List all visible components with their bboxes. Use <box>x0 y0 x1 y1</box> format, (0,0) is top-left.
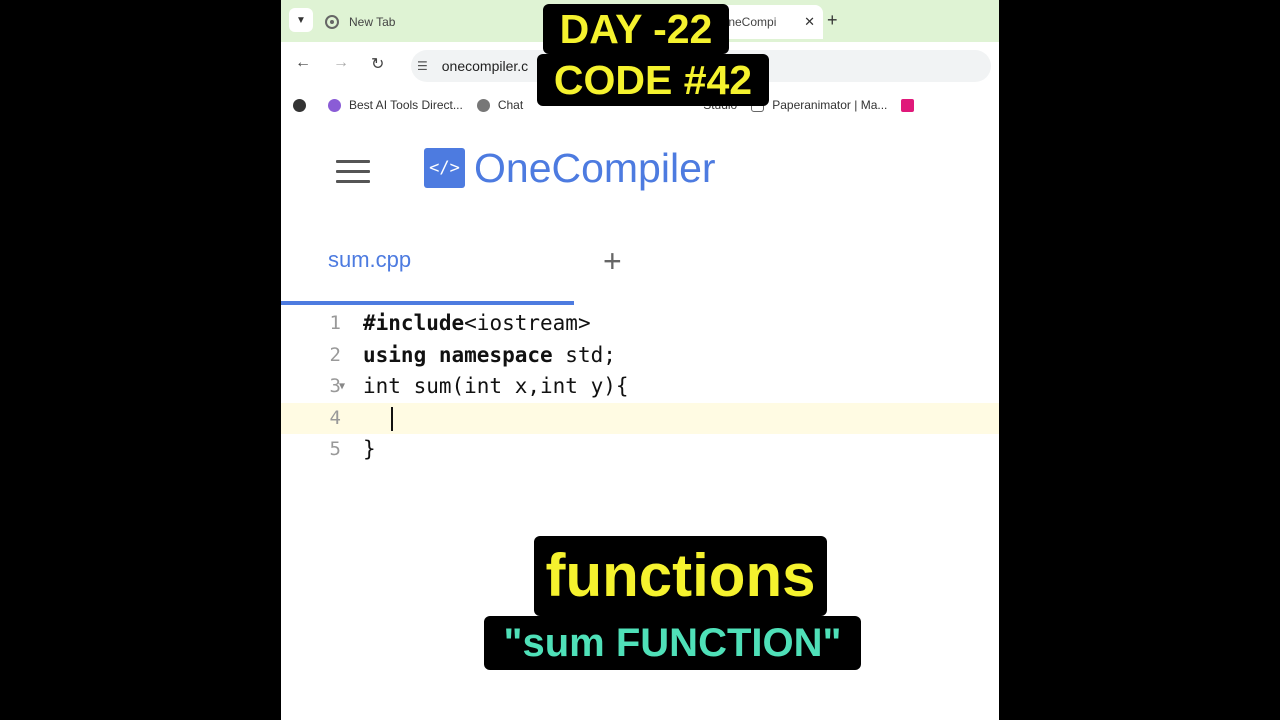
line-number: 2 <box>329 343 341 366</box>
address-text: onecompiler.c <box>441 58 529 74</box>
bookmark-label: Chat <box>497 98 524 112</box>
code-text[interactable]: using namespace std; <box>363 340 616 372</box>
file-tab-sum-cpp[interactable]: sum.cpp <box>328 247 411 273</box>
tab-label: New Tab <box>349 15 396 29</box>
code-line[interactable]: 1 #include<iostream> <box>281 308 999 340</box>
chrome-icon <box>325 15 339 29</box>
openai-icon <box>476 98 490 112</box>
code-line[interactable]: 3 ▼ int sum(int x,int y){ <box>281 371 999 403</box>
site-info-icon[interactable]: ☰ <box>417 59 428 73</box>
line-number: 5 <box>329 438 341 460</box>
bookmark-extra[interactable] <box>901 98 922 112</box>
bookmark-chat[interactable]: Chat <box>476 98 524 112</box>
close-icon[interactable]: ✕ <box>804 14 815 30</box>
code-text[interactable]: int sum(int x,int y){ <box>363 371 629 403</box>
onecompiler-logo-icon: </> <box>424 148 465 188</box>
line-number: 1 <box>329 312 341 334</box>
overlay-day-label: DAY -22 <box>543 4 729 54</box>
code-text[interactable]: } <box>363 434 376 466</box>
line-number: 4 <box>329 406 341 429</box>
back-icon[interactable]: ← <box>295 54 311 72</box>
bookmark-ai-tools[interactable]: Best AI Tools Direct... <box>328 98 463 112</box>
code-line[interactable]: 2 using namespace std; <box>281 340 999 372</box>
fold-arrow-icon[interactable]: ▼ <box>339 371 345 403</box>
menu-icon[interactable] <box>336 160 370 184</box>
code-text[interactable]: #include<iostream> <box>363 308 591 340</box>
keyword: using namespace <box>363 342 553 367</box>
bookmark-label: Paperanimator | Ma... <box>772 98 888 112</box>
gear-icon <box>328 98 341 112</box>
wordpress-icon <box>293 98 306 112</box>
app-icon <box>901 98 915 112</box>
keyword: #include <box>363 311 465 335</box>
wordpress-bookmark[interactable] <box>293 98 314 112</box>
overlay-code-label: CODE #42 <box>537 54 769 106</box>
reload-icon[interactable]: ↻ <box>371 54 384 74</box>
tab-search-icon[interactable]: ▼ <box>289 8 313 32</box>
code-rest: std; <box>552 342 616 367</box>
bookmark-label: Best AI Tools Direct... <box>349 98 463 112</box>
tab-new-tab[interactable]: New Tab <box>325 5 535 39</box>
forward-icon[interactable]: → <box>333 54 349 72</box>
new-tab-icon[interactable]: + <box>827 10 838 31</box>
bookmark-paperanimator[interactable]: Paperanimator | Ma... <box>751 98 887 112</box>
overlay-subtitle-label: "sum FUNCTION" <box>484 616 861 670</box>
app-logo-text[interactable]: OneCompiler <box>474 145 716 192</box>
code-rest: } <box>363 437 376 461</box>
code-editor[interactable]: 1 #include<iostream> 2 using namespace s… <box>281 308 999 466</box>
code-rest: <iostream> <box>464 311 591 335</box>
active-tab-indicator <box>281 301 574 305</box>
code-line-active[interactable]: 4 <box>281 402 999 434</box>
add-file-button[interactable]: + <box>603 243 622 280</box>
text-cursor <box>391 406 393 431</box>
overlay-topic-label: functions <box>534 536 827 616</box>
code-line[interactable]: 5 } <box>281 434 999 466</box>
line-number: 3 <box>329 375 341 397</box>
code-rest: int sum(int x,int y){ <box>363 374 629 398</box>
